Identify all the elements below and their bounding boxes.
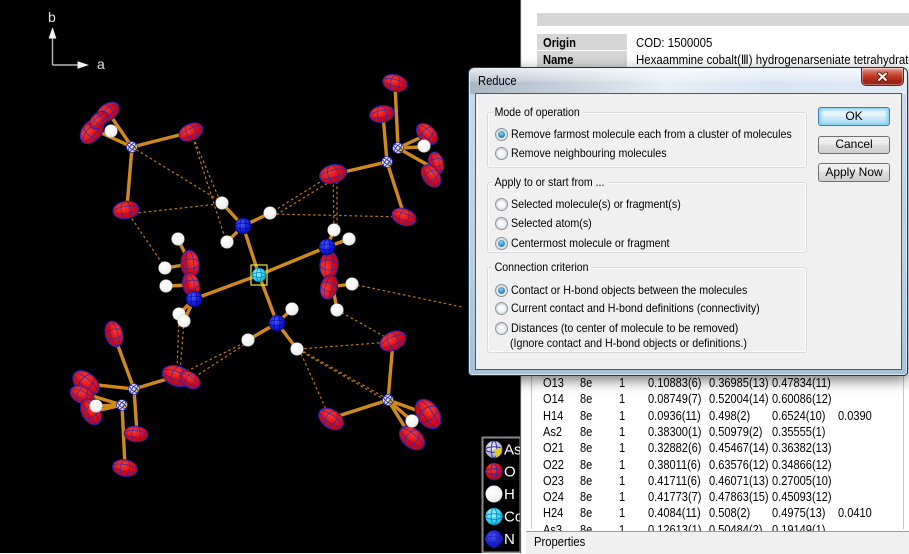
svg-text:N: N [504,531,515,548]
